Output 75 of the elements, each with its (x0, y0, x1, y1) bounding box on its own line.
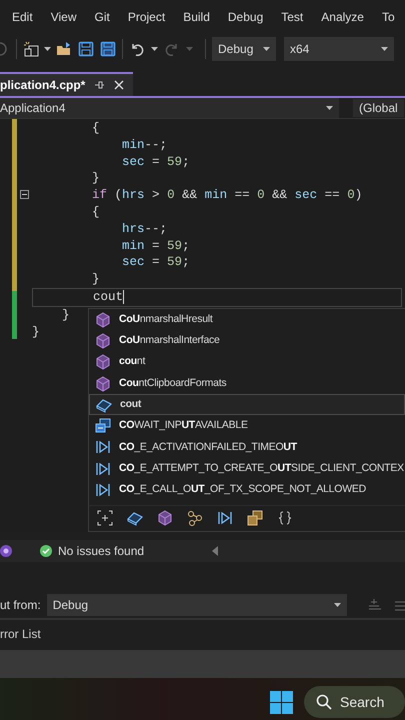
menu-item[interactable]: Debug (218, 8, 272, 26)
completion-item[interactable]: count (89, 352, 405, 373)
tag-icon (96, 396, 112, 413)
taskbar-search[interactable]: Search (304, 686, 405, 718)
code-line: sec = 59; (121, 154, 190, 170)
project-dropdown[interactable]: Application4 (0, 98, 339, 118)
caret-icon (326, 106, 333, 110)
cube-icon (95, 354, 111, 370)
pin-icon[interactable] (93, 79, 106, 91)
tag-icon[interactable] (127, 510, 143, 526)
menu-item[interactable]: Build (174, 8, 219, 26)
completion-item[interactable]: cout (89, 394, 405, 416)
completion-item[interactable]: CO_E_CALL_OUT_OF_TX_SCOPE_NOT_ALLOWED (89, 479, 405, 501)
windows-icon (95, 418, 111, 434)
search-icon (316, 694, 332, 710)
braces-icon[interactable] (277, 510, 293, 526)
save-icon[interactable] (78, 41, 94, 57)
menu-item[interactable]: Git (85, 8, 119, 26)
code-line: sec = 59; (121, 254, 190, 272)
cube-icon[interactable] (157, 510, 173, 526)
code-line: { (91, 204, 100, 221)
code-line: if (hrs > 0 && min == 0 && sec == 0) (91, 187, 362, 204)
menu-item[interactable]: Test (272, 8, 312, 26)
collapse-icon[interactable] (20, 190, 29, 199)
completion-item[interactable]: CoUnmarshalHresult (89, 309, 405, 330)
code-line: { (91, 120, 100, 137)
completion-item[interactable]: CoUnmarshalInterface (89, 330, 405, 352)
completion-item[interactable]: CO_E_ATTEMPT_TO_CREATE_OUTSIDE_CLIENT_CONTEX (89, 458, 405, 480)
completion-item[interactable]: COWAIT_INPUTAVAILABLE (89, 415, 405, 437)
caret-icon[interactable] (151, 47, 158, 51)
cube-icon (95, 332, 111, 349)
save-all-icon[interactable] (100, 41, 116, 57)
configuration-dropdown[interactable]: Debug (212, 37, 276, 61)
menu-item[interactable]: To (372, 8, 404, 26)
windows-logo-icon[interactable] (270, 690, 293, 714)
check-icon (40, 545, 52, 557)
focus-icon[interactable] (97, 510, 113, 526)
close-icon[interactable] (113, 79, 126, 91)
play-bars-icon (95, 482, 111, 498)
folder-icon[interactable] (56, 41, 72, 57)
cube-icon (95, 312, 111, 328)
menu-item[interactable]: Project (118, 8, 174, 26)
editor-tab[interactable]: plication4.cpp* (0, 72, 134, 96)
platform-dropdown[interactable]: x64 (284, 37, 394, 61)
menu-item[interactable]: Analyze (312, 8, 373, 26)
code-line: } (32, 324, 40, 340)
menu-item[interactable]: Edit (3, 8, 42, 26)
play-bars-icon (95, 460, 111, 477)
align-icon[interactable] (366, 598, 383, 612)
code-line: } (91, 271, 100, 288)
completion-item[interactable]: CountClipboardFormats (89, 372, 405, 394)
play-bars-icon[interactable] (217, 510, 233, 526)
caret-icon (381, 47, 388, 51)
code-line: min--; (121, 136, 168, 154)
code-line: hrs--; (121, 220, 168, 238)
scroll-left-icon[interactable] (212, 546, 218, 556)
code-line: } (91, 170, 100, 188)
caret-icon (263, 47, 270, 51)
cube-icon (95, 376, 111, 392)
output-label: ut from: (0, 597, 41, 614)
nodes-icon[interactable] (187, 510, 203, 526)
menu-item[interactable]: View (42, 8, 86, 26)
stack-icon[interactable] (247, 510, 263, 526)
extension-icon[interactable] (0, 543, 12, 559)
code-line: } (61, 306, 70, 324)
code-line: min = 59; (121, 238, 190, 254)
output-source-dropdown[interactable]: Debug (46, 594, 347, 616)
play-bars-icon (95, 439, 111, 456)
scope-dropdown[interactable]: (Global (353, 99, 404, 117)
new-project-icon[interactable] (23, 41, 39, 57)
completion-item[interactable]: CO_E_ACTIVATIONFAILED_TIMEOUT (89, 436, 405, 458)
caret-icon[interactable] (44, 47, 51, 51)
status-message: No issues found (58, 543, 144, 560)
caret-icon (334, 603, 341, 607)
error-list-tab[interactable]: rror List (0, 625, 41, 643)
